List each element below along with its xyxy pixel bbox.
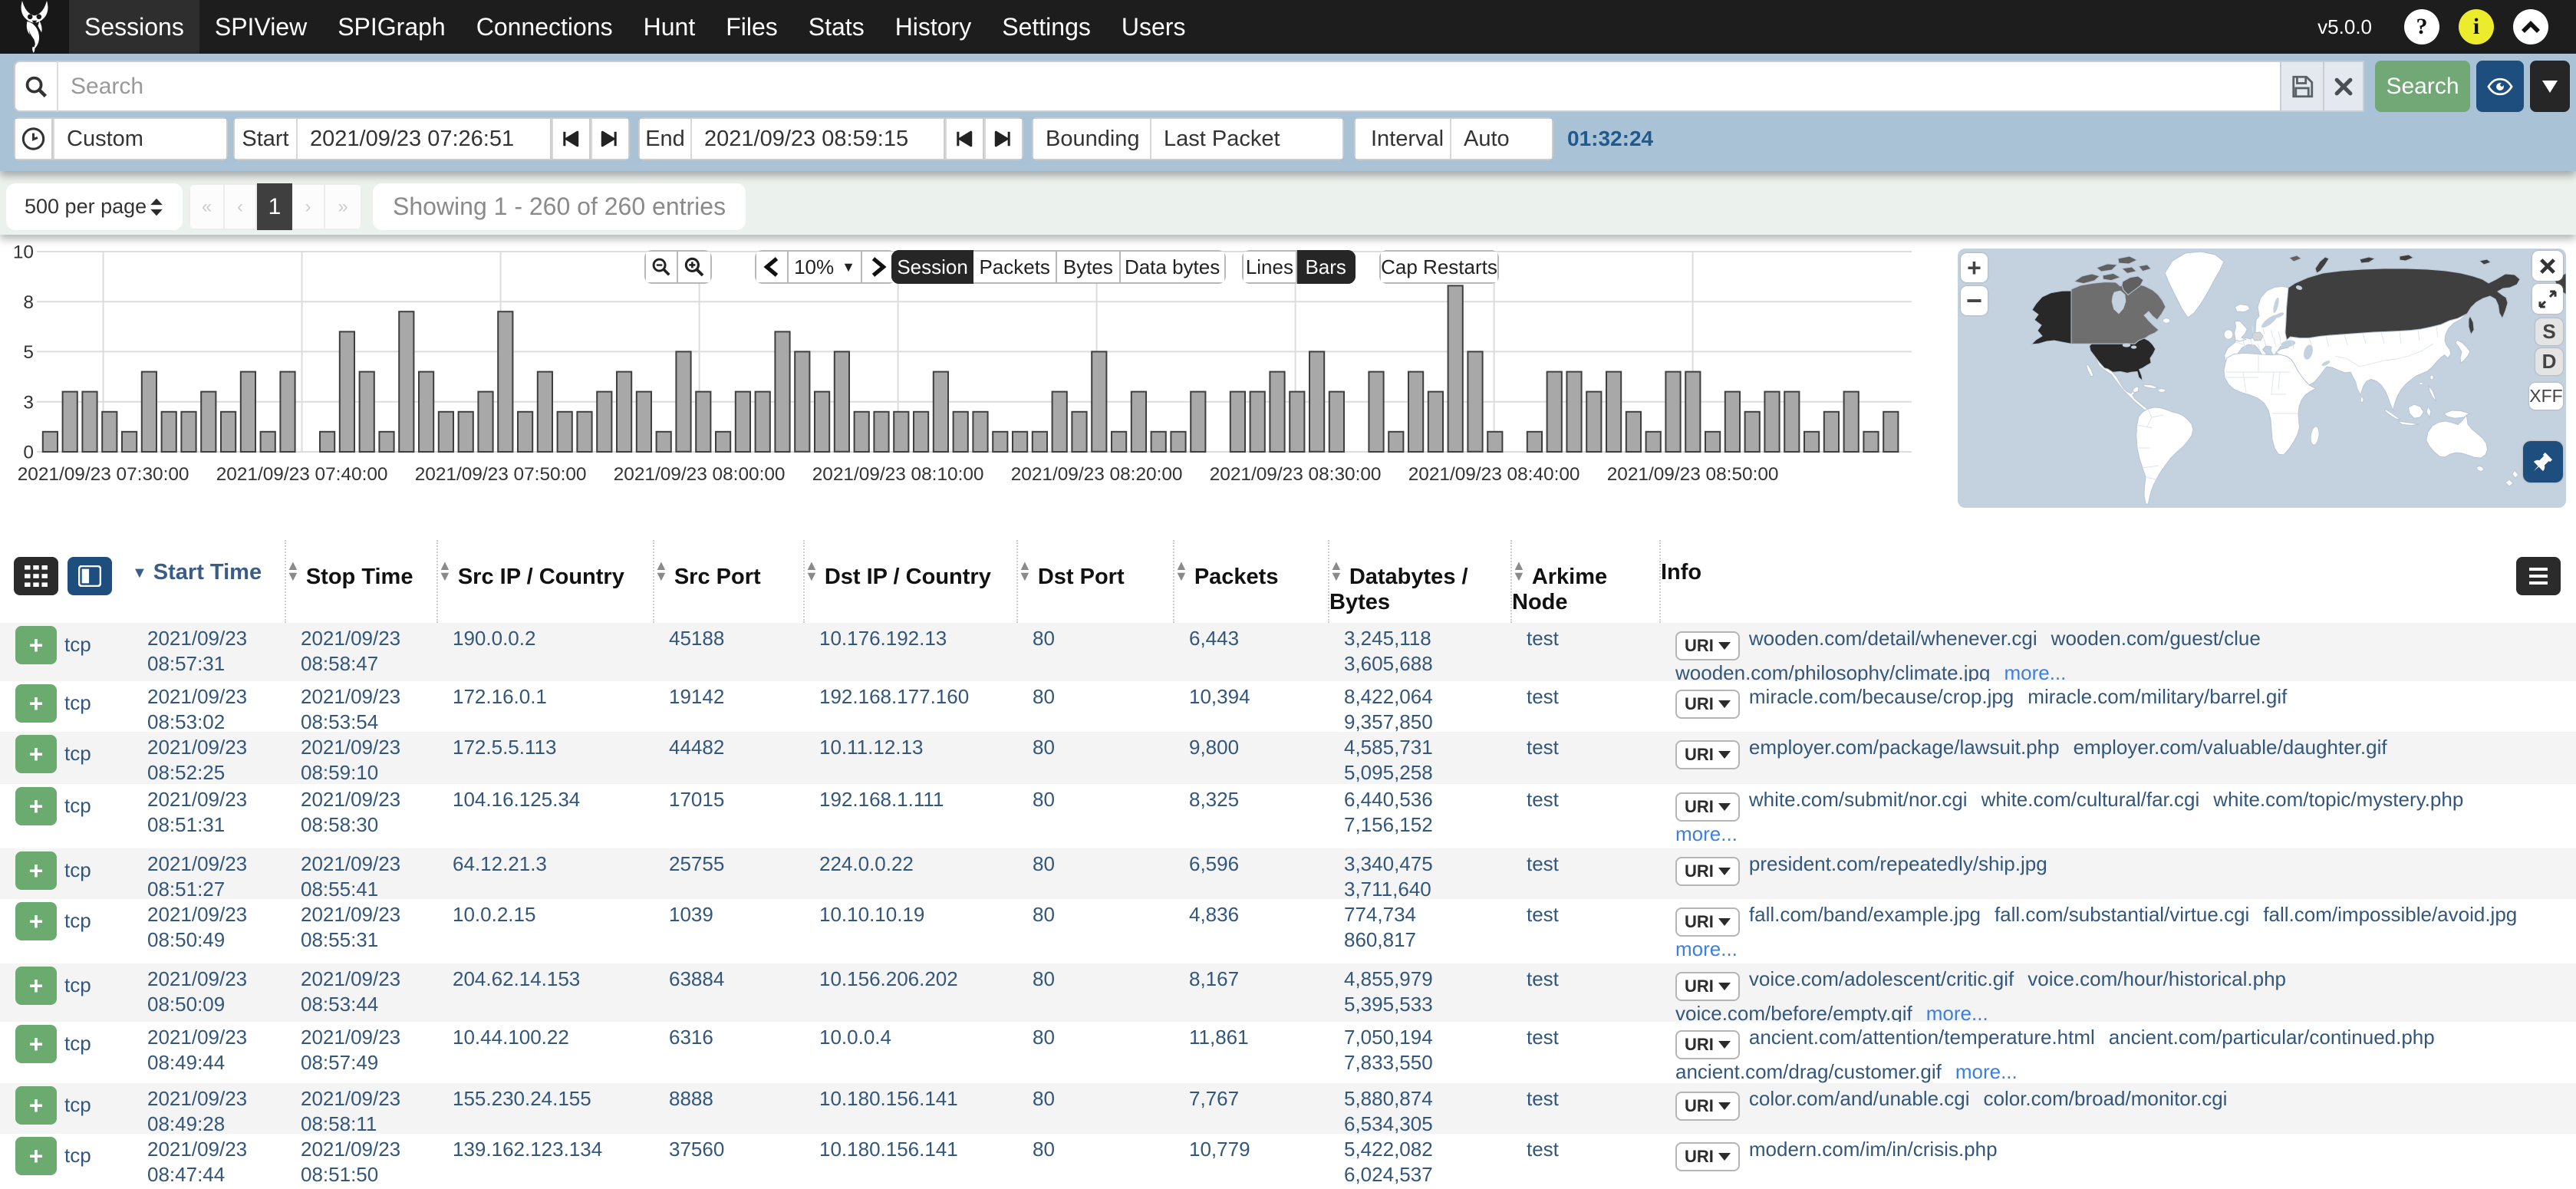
svg-text:2021/09/23 07:50:00: 2021/09/23 07:50:00 — [415, 464, 587, 485]
svg-text:8: 8 — [23, 292, 34, 313]
svg-text:2021/09/23 07:40:00: 2021/09/23 07:40:00 — [216, 464, 388, 485]
svg-text:10: 10 — [13, 242, 34, 263]
svg-text:2021/09/23 07:30:00: 2021/09/23 07:30:00 — [18, 464, 189, 485]
svg-text:2021/09/23 08:50:00: 2021/09/23 08:50:00 — [1607, 464, 1779, 485]
svg-text:2021/09/23 08:10:00: 2021/09/23 08:10:00 — [812, 464, 984, 485]
svg-text:2021/09/23 08:20:00: 2021/09/23 08:20:00 — [1011, 464, 1183, 485]
svg-text:3: 3 — [23, 392, 34, 413]
svg-text:2021/09/23 08:00:00: 2021/09/23 08:00:00 — [614, 464, 786, 485]
svg-text:0: 0 — [23, 443, 34, 463]
svg-text:2021/09/23 08:30:00: 2021/09/23 08:30:00 — [1210, 464, 1382, 485]
svg-text:5: 5 — [23, 342, 34, 363]
svg-text:2021/09/23 08:40:00: 2021/09/23 08:40:00 — [1408, 464, 1580, 485]
